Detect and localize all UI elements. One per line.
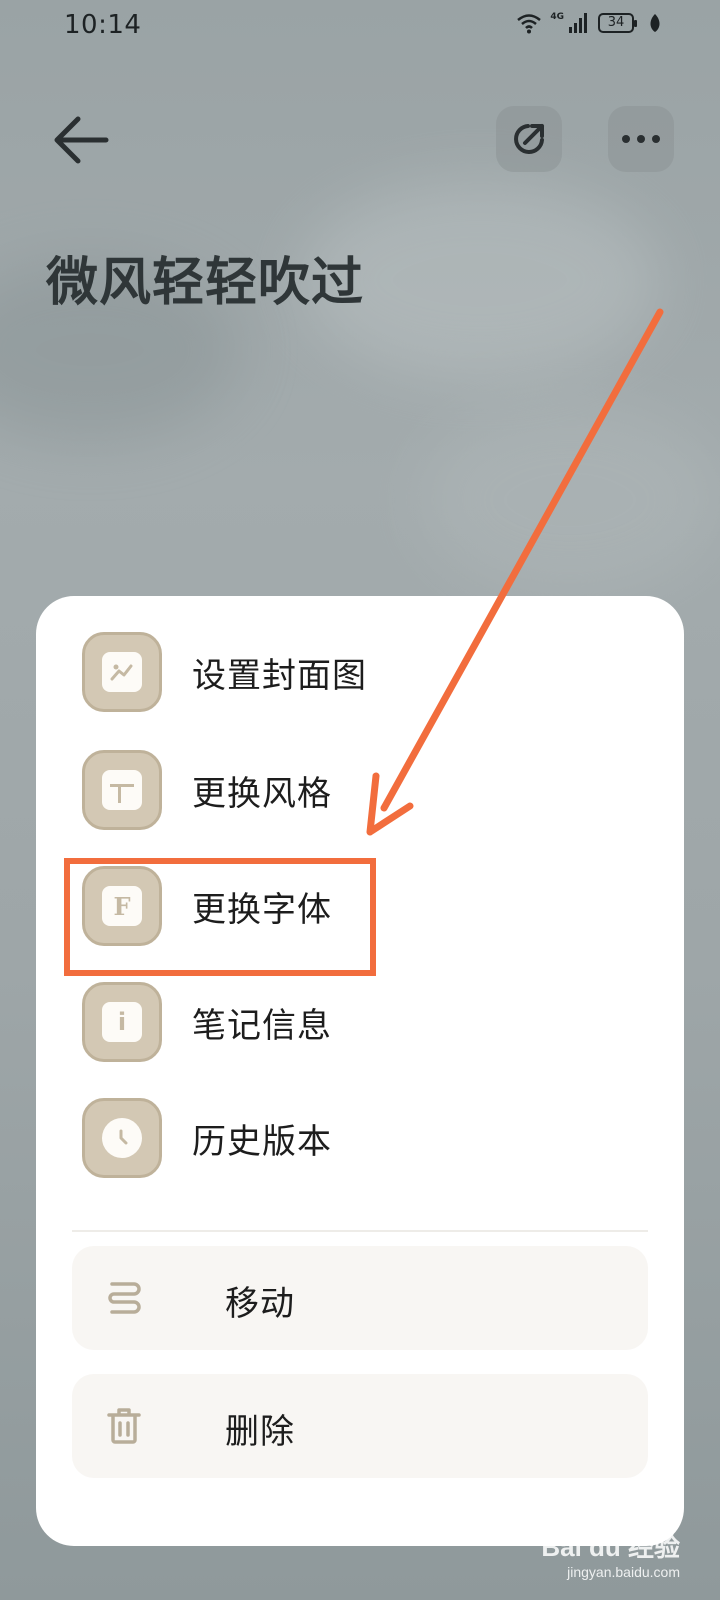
menu-label: 历史版本 bbox=[192, 1122, 332, 1162]
clock-icon bbox=[102, 1118, 142, 1158]
info-icon: i bbox=[102, 1002, 142, 1042]
arrow-left-icon bbox=[54, 116, 109, 164]
network-type: 4G bbox=[550, 12, 564, 22]
menu-item-change-style[interactable]: 更换风格 bbox=[36, 738, 684, 838]
delete-button[interactable]: 删除 bbox=[72, 1374, 648, 1478]
menu-divider bbox=[72, 1230, 648, 1232]
style-icon-tile bbox=[82, 750, 162, 830]
watermark-main: Bai du 经验 bbox=[541, 1532, 680, 1562]
more-button[interactable] bbox=[608, 106, 674, 172]
info-icon-letter: i bbox=[117, 1008, 127, 1036]
leaf-icon bbox=[650, 14, 660, 32]
menu-label: 笔记信息 bbox=[192, 1006, 332, 1046]
top-bar bbox=[0, 100, 720, 180]
back-button[interactable] bbox=[44, 104, 116, 176]
more-horizontal-icon bbox=[622, 135, 660, 143]
menu-label: 更换风格 bbox=[192, 774, 332, 814]
menu-item-history[interactable]: 历史版本 bbox=[36, 1086, 684, 1186]
watermark: Bai du 经验 jingyan.baidu.com bbox=[541, 1527, 680, 1580]
cover-icon-tile bbox=[82, 632, 162, 712]
options-sheet: 设置封面图 更换风格 F 更换字体 i 笔记信息 历史版本 移动 删除 bbox=[36, 596, 684, 1546]
menu-label: 设置封面图 bbox=[192, 656, 367, 696]
wifi-icon bbox=[517, 14, 542, 34]
history-icon-tile bbox=[82, 1098, 162, 1178]
status-time: 10:14 bbox=[64, 10, 142, 40]
battery-indicator: 34 bbox=[598, 13, 637, 33]
share-icon bbox=[514, 124, 544, 154]
info-icon-tile: i bbox=[82, 982, 162, 1062]
status-icons: 4G 34 bbox=[516, 12, 662, 34]
share-button[interactable] bbox=[496, 106, 562, 172]
image-icon bbox=[102, 652, 142, 692]
signal-icon bbox=[569, 13, 587, 33]
status-bar: 10:14 4G 34 bbox=[0, 0, 720, 56]
menu-item-note-info[interactable]: i 笔记信息 bbox=[36, 970, 684, 1070]
layout-icon bbox=[102, 770, 142, 810]
menu-item-set-cover[interactable]: 设置封面图 bbox=[36, 620, 684, 720]
trash-icon bbox=[102, 1404, 146, 1448]
action-label: 删除 bbox=[225, 1412, 295, 1452]
move-icon bbox=[102, 1276, 146, 1320]
note-title: 微风轻轻吹过 bbox=[46, 252, 365, 313]
background-cloud bbox=[420, 400, 720, 600]
highlight-box bbox=[64, 858, 376, 976]
action-label: 移动 bbox=[225, 1284, 295, 1324]
move-button[interactable]: 移动 bbox=[72, 1246, 648, 1350]
watermark-sub: jingyan.baidu.com bbox=[567, 1564, 680, 1580]
